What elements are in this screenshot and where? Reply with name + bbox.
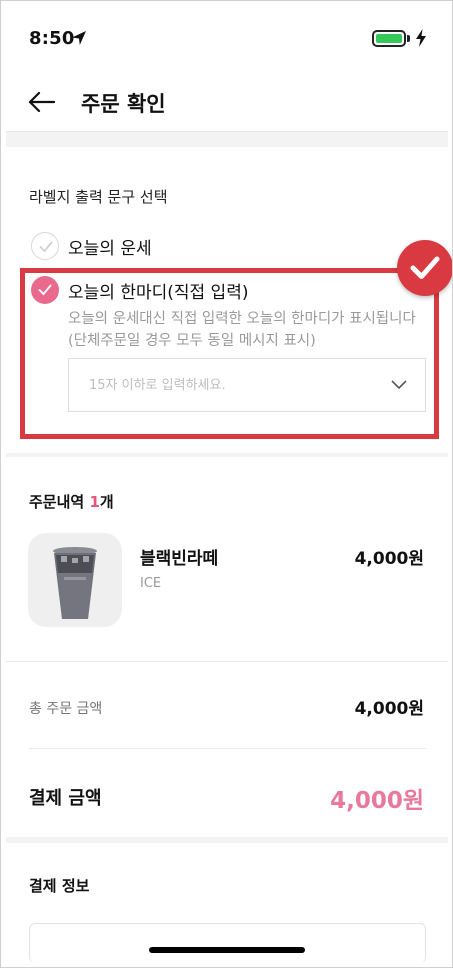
total-order-value: 4,000원 bbox=[354, 699, 424, 719]
option-fortune-label[interactable]: 오늘의 운세 bbox=[68, 234, 152, 259]
payment-amount-value: 4,000원 bbox=[330, 788, 424, 814]
status-time: 8:50 bbox=[29, 28, 75, 49]
page-title: 주문 확인 bbox=[81, 92, 166, 116]
order-count-suffix: 개 bbox=[99, 493, 114, 511]
radio-custom-message[interactable] bbox=[31, 276, 59, 304]
custom-message-input-box[interactable] bbox=[68, 358, 426, 412]
radio-fortune[interactable] bbox=[31, 232, 59, 260]
product-image bbox=[28, 533, 122, 627]
section-divider bbox=[6, 837, 448, 843]
order-title-text: 주문내역 bbox=[29, 493, 85, 511]
arrow-left-icon[interactable] bbox=[27, 90, 55, 114]
section-divider bbox=[6, 131, 448, 147]
home-indicator bbox=[149, 947, 305, 953]
product-name: 블랙빈라떼 bbox=[140, 549, 219, 569]
battery-cap bbox=[407, 35, 410, 42]
location-arrow-icon bbox=[72, 31, 86, 45]
payment-info-title: 결제 정보 bbox=[29, 877, 90, 895]
payment-method-card[interactable] bbox=[29, 923, 426, 963]
description-line-1: 오늘의 운세대신 직접 입력한 오늘의 한마디가 표시됩니다 bbox=[68, 311, 416, 327]
charging-bolt-icon bbox=[416, 29, 426, 47]
order-divider bbox=[6, 661, 448, 662]
app-header: 주문 확인 bbox=[1, 73, 452, 131]
custom-message-input[interactable] bbox=[69, 359, 369, 411]
total-order-label: 총 주문 금액 bbox=[29, 701, 103, 717]
order-count: 1 bbox=[89, 493, 100, 511]
product-price: 4,000원 bbox=[354, 549, 424, 569]
battery-icon bbox=[372, 30, 406, 47]
status-bar: 8:50 bbox=[1, 1, 452, 73]
chevron-down-icon[interactable] bbox=[390, 377, 408, 393]
iced-latte-cup-icon bbox=[53, 547, 97, 619]
checkmark-icon bbox=[410, 256, 440, 279]
order-title: 주문내역 1개 bbox=[29, 491, 114, 512]
label-section-title: 라벨지 출력 문구 선택 bbox=[29, 188, 168, 206]
payment-amount-label: 결제 금액 bbox=[29, 788, 102, 809]
custom-message-description: 오늘의 운세대신 직접 입력한 오늘의 한마디가 표시됩니다 (단체주문일 경우… bbox=[68, 308, 428, 352]
check-badge bbox=[397, 240, 452, 296]
description-line-2: (단체주문일 경우 모두 동일 메시지 표시) bbox=[68, 333, 316, 349]
header-border bbox=[6, 131, 448, 132]
summary-divider bbox=[29, 748, 426, 749]
phone-screen: 8:50 주문 확인 라벨지 출력 문구 선택 오늘의 운세 오늘의 한마디(직… bbox=[0, 0, 453, 968]
product-option: ICE bbox=[140, 576, 162, 591]
option-custom-message-label[interactable]: 오늘의 한마디(직접 입력) bbox=[68, 278, 248, 303]
